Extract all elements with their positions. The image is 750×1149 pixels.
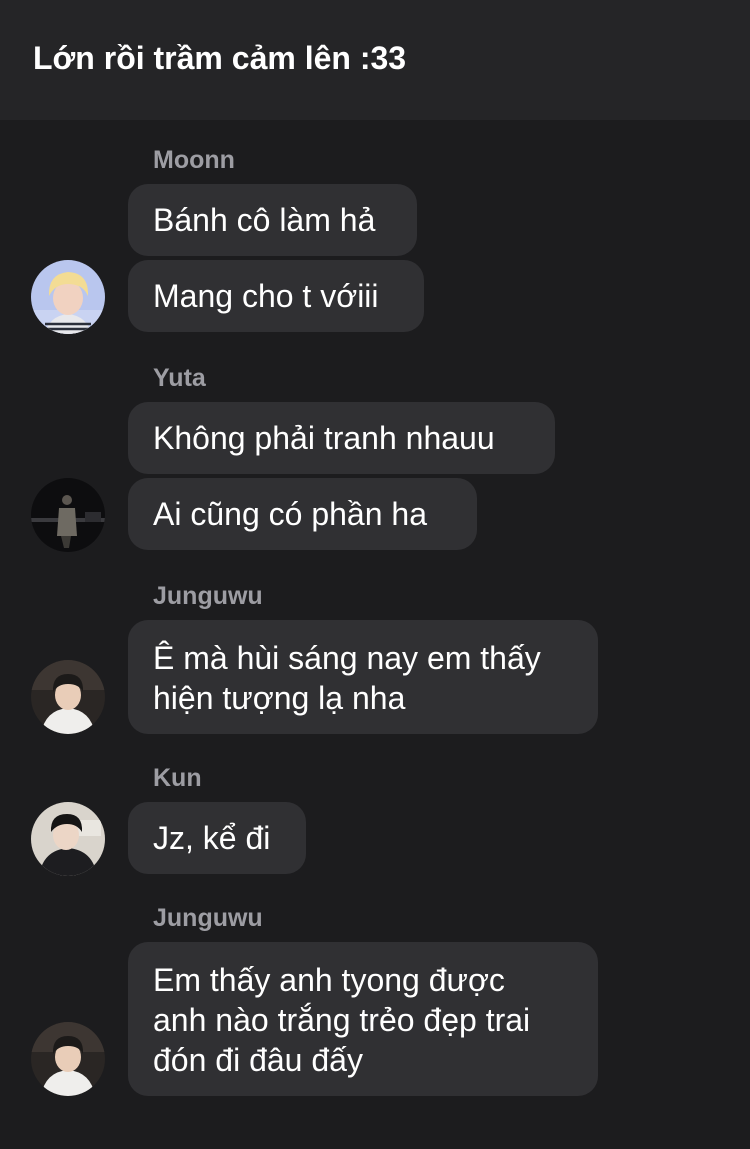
message-text: Bánh cô làm hả [153, 202, 376, 238]
message-bubble[interactable]: Mang cho t vớiii [128, 260, 424, 332]
chat-header: Lớn rồi trầm cảm lên :33 [0, 0, 750, 120]
sender-name[interactable]: Moonn [153, 146, 235, 175]
message-bubble[interactable]: Ê mà hùi sáng nay em thấy hiện tượng lạ … [128, 620, 598, 734]
message-bubble[interactable]: Ai cũng có phần ha [128, 478, 477, 550]
message-line: hiện tượng lạ nha [153, 680, 406, 716]
sender-name[interactable]: Kun [153, 764, 202, 793]
message-line: Em thấy anh tyong được [153, 962, 505, 998]
chat-title[interactable]: Lớn rồi trầm cảm lên :33 [33, 40, 406, 77]
message-bubble[interactable]: Bánh cô làm hả [128, 184, 417, 256]
message-text: Ai cũng có phần ha [153, 496, 427, 532]
person-dark-jacket-avatar[interactable] [31, 802, 105, 876]
message-bubble[interactable]: Jz, kể đi [128, 802, 306, 874]
sender-name[interactable]: Yuta [153, 364, 206, 393]
message-text: Không phải tranh nhauu [153, 420, 495, 456]
message-line: Ê mà hùi sáng nay em thấy [153, 640, 541, 676]
person-white-shirt-avatar[interactable] [31, 660, 105, 734]
message-line: đón đi đâu đấy [153, 1042, 363, 1078]
sender-name[interactable]: Junguwu [153, 904, 263, 933]
sender-name[interactable]: Junguwu [153, 582, 263, 611]
message-text: Jz, kể đi [153, 820, 271, 856]
message-bubble[interactable]: Không phải tranh nhauu [128, 402, 555, 474]
message-bubble[interactable]: Em thấy anh tyong được anh nào trắng trẻ… [128, 942, 598, 1096]
message-text: Mang cho t vớiii [153, 278, 379, 314]
blonde-person-avatar[interactable] [31, 260, 105, 334]
dark-scene-person-avatar[interactable] [31, 478, 105, 552]
message-line: anh nào trắng trẻo đẹp trai [153, 1002, 531, 1038]
person-white-shirt-avatar[interactable] [31, 1022, 105, 1096]
